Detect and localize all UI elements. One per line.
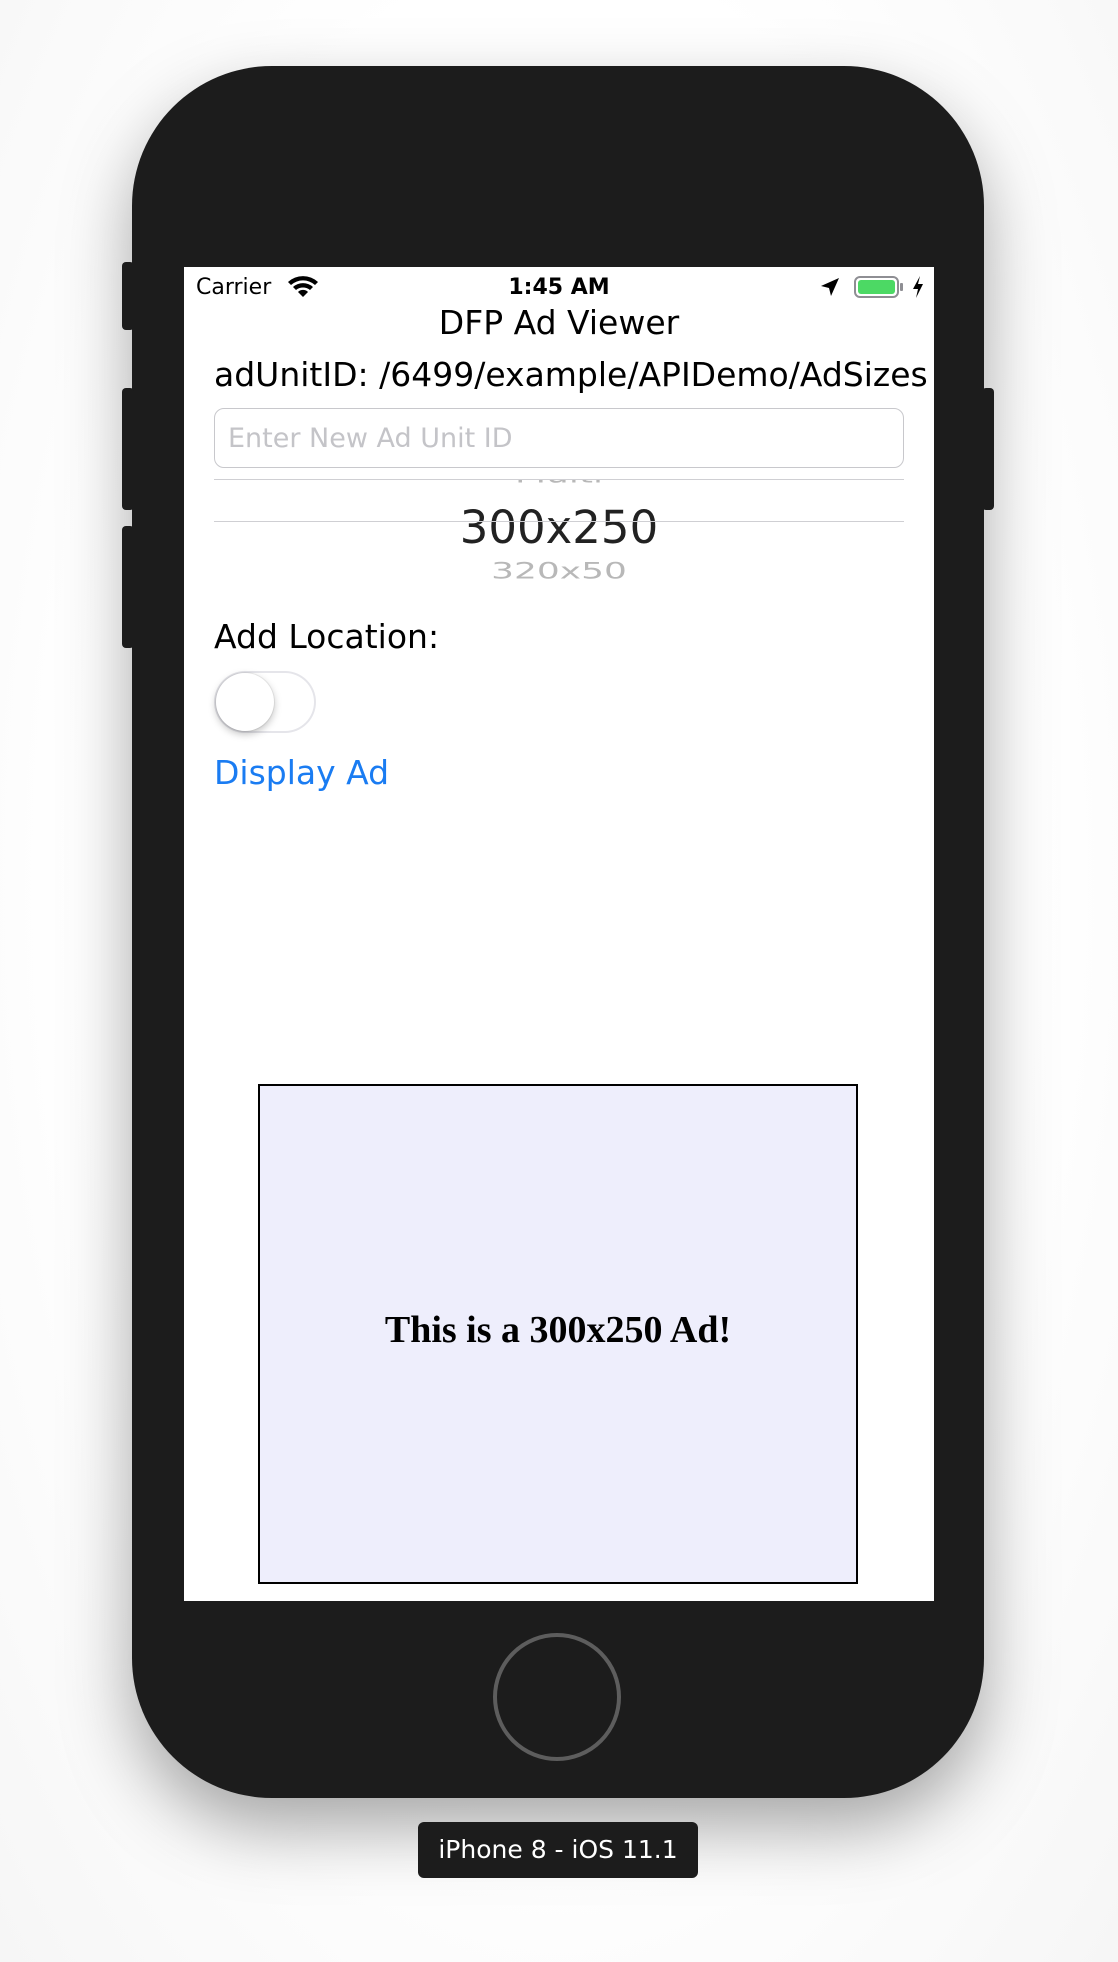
- volume-down-button: [122, 526, 134, 648]
- mute-switch: [122, 262, 134, 330]
- ad-banner[interactable]: This is a 300x250 Ad!: [258, 1084, 858, 1584]
- picker-option-selected[interactable]: 300x250: [214, 501, 904, 554]
- picker-option-next[interactable]: 320x50: [214, 559, 904, 584]
- battery-icon: [854, 276, 903, 298]
- ad-banner-text: This is a 300x250 Ad!: [384, 1309, 732, 1351]
- charging-bolt-icon: [913, 276, 923, 298]
- location-arrow-icon: [821, 278, 839, 296]
- page-title: DFP Ad Viewer: [438, 303, 680, 342]
- add-location-toggle[interactable]: [214, 671, 316, 733]
- add-location-label: Add Location:: [214, 617, 440, 656]
- status-bar: Carrier 1:45 AM: [184, 267, 934, 307]
- home-button[interactable]: [493, 1633, 621, 1761]
- ad-unit-id-input[interactable]: [214, 408, 904, 468]
- picker-divider-bottom: [214, 521, 904, 522]
- volume-up-button: [122, 388, 134, 510]
- ad-unit-id-label: adUnitID: /6499/example/APIDemo/AdSizes: [214, 355, 928, 394]
- simulator-window: Carrier 1:45 AM DFP Ad Viewer adUnitID: …: [0, 0, 1118, 1962]
- power-button: [982, 388, 994, 510]
- device-label: iPhone 8 - iOS 11.1: [418, 1822, 698, 1878]
- display-ad-button[interactable]: Display Ad: [214, 753, 389, 792]
- picker-divider-top: [214, 479, 904, 480]
- toggle-knob: [216, 673, 274, 731]
- device-screen: Carrier 1:45 AM DFP Ad Viewer adUnitID: …: [184, 267, 934, 1601]
- battery-level: [858, 280, 895, 294]
- ad-size-picker[interactable]: Multi 300x250 320x50: [214, 479, 904, 591]
- picker-option-previous[interactable]: Multi: [214, 479, 904, 488]
